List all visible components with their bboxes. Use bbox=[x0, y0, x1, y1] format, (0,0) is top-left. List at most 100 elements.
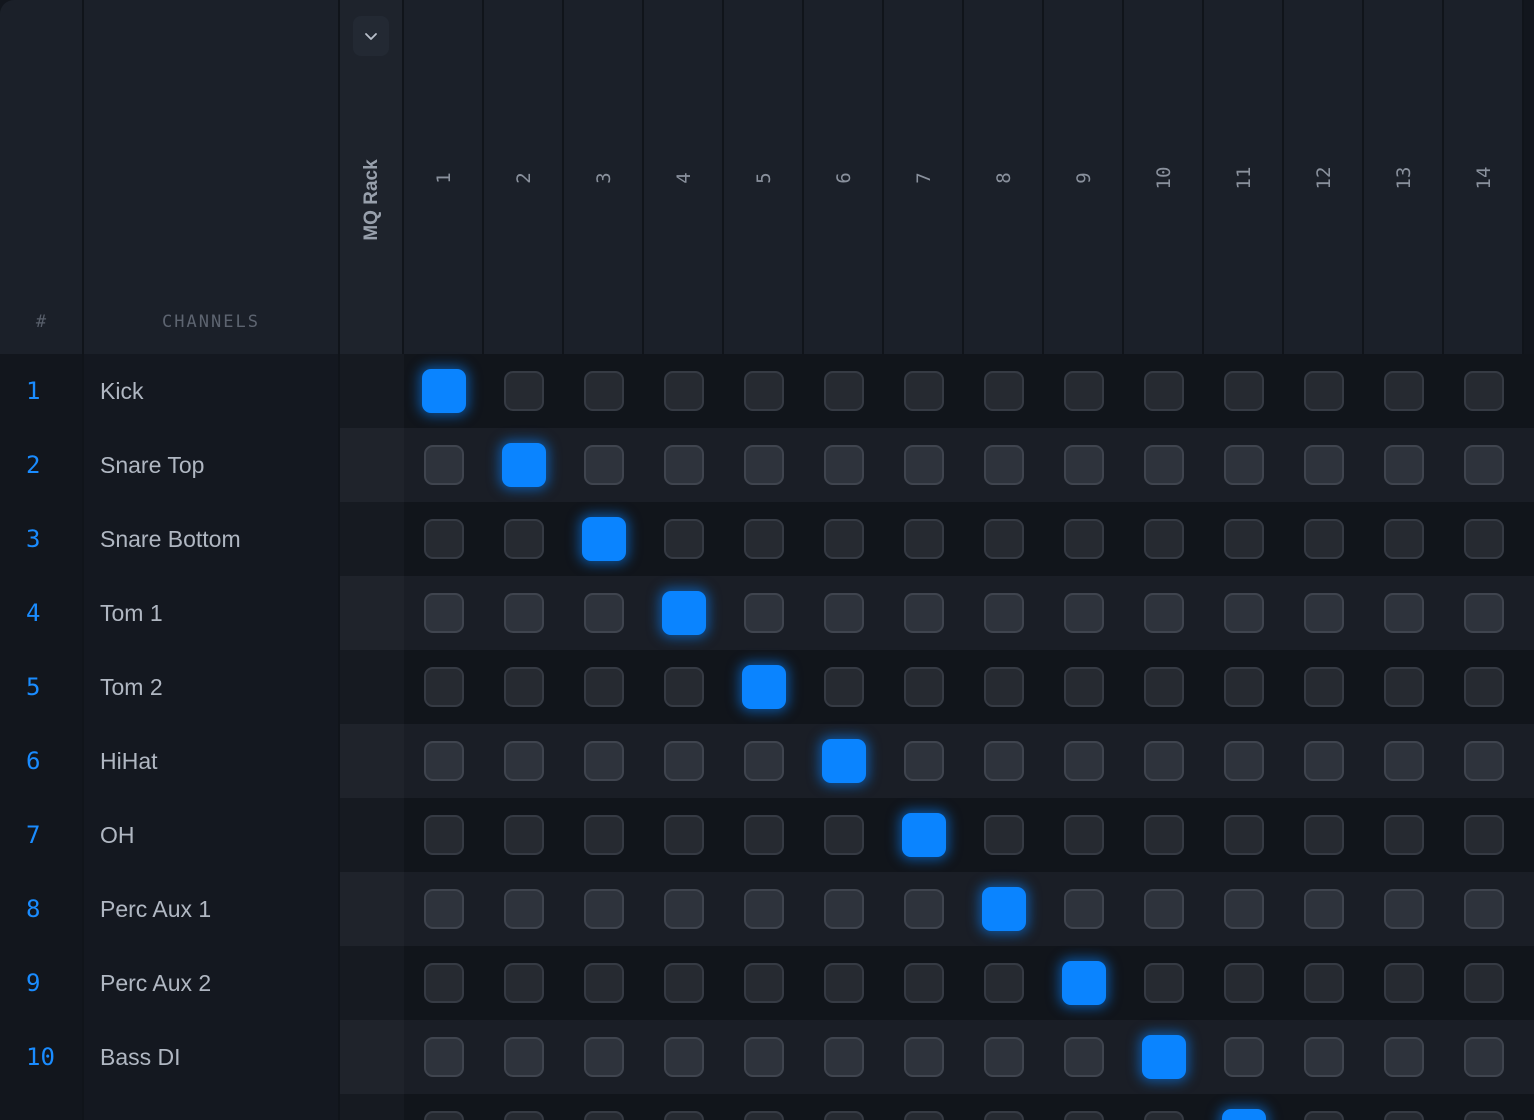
routing-pad[interactable] bbox=[824, 963, 864, 1003]
routing-pad[interactable] bbox=[504, 371, 544, 411]
routing-pad[interactable] bbox=[1064, 593, 1104, 633]
routing-pad[interactable] bbox=[1304, 1111, 1344, 1120]
routing-pad[interactable] bbox=[424, 963, 464, 1003]
routing-pad[interactable] bbox=[1064, 1037, 1104, 1077]
routing-pad[interactable] bbox=[1384, 445, 1424, 485]
routing-pad[interactable] bbox=[424, 1111, 464, 1120]
routing-pad[interactable] bbox=[584, 371, 624, 411]
routing-pad[interactable] bbox=[744, 963, 784, 1003]
routing-pad[interactable] bbox=[1064, 667, 1104, 707]
routing-pad-active[interactable] bbox=[1142, 1035, 1186, 1079]
routing-pad[interactable] bbox=[744, 371, 784, 411]
routing-pad[interactable] bbox=[1464, 667, 1504, 707]
output-column-header[interactable]: 8 bbox=[964, 0, 1044, 354]
routing-pad[interactable] bbox=[824, 1111, 864, 1120]
output-column-header[interactable]: 5 bbox=[724, 0, 804, 354]
routing-pad-active[interactable] bbox=[582, 517, 626, 561]
routing-pad[interactable] bbox=[1144, 963, 1184, 1003]
routing-pad[interactable] bbox=[744, 519, 784, 559]
routing-pad[interactable] bbox=[1144, 445, 1184, 485]
routing-pad-active[interactable] bbox=[422, 369, 466, 413]
routing-pad[interactable] bbox=[1224, 815, 1264, 855]
routing-pad[interactable] bbox=[584, 445, 624, 485]
routing-pad[interactable] bbox=[1464, 741, 1504, 781]
routing-pad[interactable] bbox=[1384, 667, 1424, 707]
routing-pad-active[interactable] bbox=[822, 739, 866, 783]
routing-pad[interactable] bbox=[1464, 963, 1504, 1003]
routing-pad[interactable] bbox=[424, 889, 464, 929]
routing-pad[interactable] bbox=[1384, 1037, 1424, 1077]
routing-pad[interactable] bbox=[1224, 1037, 1264, 1077]
routing-pad[interactable] bbox=[1464, 815, 1504, 855]
routing-pad[interactable] bbox=[1464, 1037, 1504, 1077]
routing-pad[interactable] bbox=[1224, 445, 1264, 485]
routing-pad[interactable] bbox=[1224, 371, 1264, 411]
routing-pad[interactable] bbox=[664, 1111, 704, 1120]
routing-pad[interactable] bbox=[584, 741, 624, 781]
routing-pad-active[interactable] bbox=[502, 443, 546, 487]
routing-pad[interactable] bbox=[1144, 889, 1184, 929]
routing-pad[interactable] bbox=[1304, 1037, 1344, 1077]
routing-pad[interactable] bbox=[1304, 445, 1344, 485]
routing-pad[interactable] bbox=[504, 741, 544, 781]
routing-pad[interactable] bbox=[1144, 815, 1184, 855]
routing-pad[interactable] bbox=[904, 593, 944, 633]
routing-pad[interactable] bbox=[1384, 815, 1424, 855]
routing-pad[interactable] bbox=[1464, 593, 1504, 633]
routing-pad[interactable] bbox=[664, 889, 704, 929]
routing-pad[interactable] bbox=[504, 667, 544, 707]
routing-pad[interactable] bbox=[504, 815, 544, 855]
routing-pad[interactable] bbox=[1224, 519, 1264, 559]
routing-pad-active[interactable] bbox=[742, 665, 786, 709]
routing-pad[interactable] bbox=[1384, 519, 1424, 559]
output-column-header[interactable]: 12 bbox=[1284, 0, 1364, 354]
output-column-header[interactable]: 13 bbox=[1364, 0, 1444, 354]
routing-pad[interactable] bbox=[1384, 1111, 1424, 1120]
routing-pad[interactable] bbox=[904, 1111, 944, 1120]
routing-pad[interactable] bbox=[424, 741, 464, 781]
routing-pad[interactable] bbox=[904, 889, 944, 929]
output-column-header[interactable]: 4 bbox=[644, 0, 724, 354]
routing-pad[interactable] bbox=[664, 371, 704, 411]
routing-pad[interactable] bbox=[1384, 963, 1424, 1003]
routing-pad[interactable] bbox=[984, 445, 1024, 485]
routing-pad[interactable] bbox=[984, 963, 1024, 1003]
routing-pad[interactable] bbox=[504, 889, 544, 929]
routing-pad[interactable] bbox=[424, 815, 464, 855]
routing-pad-active[interactable] bbox=[982, 887, 1026, 931]
routing-pad[interactable] bbox=[424, 593, 464, 633]
routing-pad[interactable] bbox=[824, 371, 864, 411]
output-column-header[interactable]: 6 bbox=[804, 0, 884, 354]
routing-pad[interactable] bbox=[1064, 815, 1104, 855]
routing-pad[interactable] bbox=[1304, 741, 1344, 781]
routing-pad[interactable] bbox=[1064, 445, 1104, 485]
routing-pad-active[interactable] bbox=[1222, 1109, 1266, 1120]
routing-pad[interactable] bbox=[984, 371, 1024, 411]
routing-pad[interactable] bbox=[904, 963, 944, 1003]
routing-pad[interactable] bbox=[584, 815, 624, 855]
routing-pad[interactable] bbox=[584, 889, 624, 929]
routing-pad[interactable] bbox=[1064, 741, 1104, 781]
routing-pad[interactable] bbox=[1224, 593, 1264, 633]
routing-pad[interactable] bbox=[504, 1037, 544, 1077]
routing-pad[interactable] bbox=[1144, 741, 1184, 781]
routing-pad[interactable] bbox=[1224, 667, 1264, 707]
routing-pad[interactable] bbox=[1464, 445, 1504, 485]
routing-pad[interactable] bbox=[1304, 889, 1344, 929]
output-column-header[interactable]: 3 bbox=[564, 0, 644, 354]
routing-pad[interactable] bbox=[1224, 889, 1264, 929]
routing-pad[interactable] bbox=[984, 1037, 1024, 1077]
routing-pad[interactable] bbox=[1224, 741, 1264, 781]
routing-pad[interactable] bbox=[1304, 963, 1344, 1003]
routing-pad[interactable] bbox=[504, 1111, 544, 1120]
routing-pad[interactable] bbox=[1144, 1111, 1184, 1120]
routing-pad[interactable] bbox=[904, 445, 944, 485]
routing-pad[interactable] bbox=[984, 519, 1024, 559]
routing-pad[interactable] bbox=[904, 371, 944, 411]
routing-pad[interactable] bbox=[504, 593, 544, 633]
routing-pad[interactable] bbox=[1464, 371, 1504, 411]
routing-pad[interactable] bbox=[1144, 371, 1184, 411]
routing-pad[interactable] bbox=[664, 741, 704, 781]
routing-pad[interactable] bbox=[1064, 889, 1104, 929]
routing-pad[interactable] bbox=[504, 519, 544, 559]
